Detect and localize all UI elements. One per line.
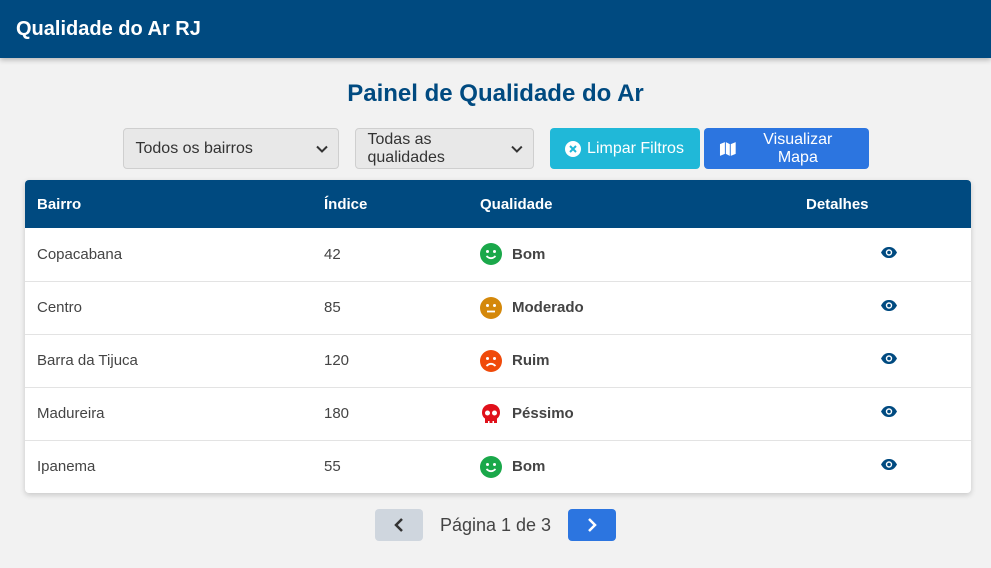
table-row: Barra da Tijuca 120 Ruim: [25, 333, 971, 387]
table-row: Madureira 180 Péssimo: [25, 386, 971, 440]
cell-bairro: Centro: [25, 280, 312, 334]
top-navbar: Qualidade do Ar RJ: [0, 0, 991, 58]
cell-qualidade: Ruim: [468, 333, 760, 387]
skull-icon: [482, 403, 500, 423]
prev-page-button[interactable]: [374, 509, 423, 541]
cell-indice: 180: [312, 386, 468, 440]
header-qualidade[interactable]: Qualidade: [468, 180, 760, 228]
header-detalhes: Detalhes: [806, 195, 869, 213]
table-row: Centro 85 Moderado: [25, 280, 971, 334]
cell-indice: 55: [312, 439, 468, 493]
eye-icon[interactable]: [880, 405, 898, 418]
chevron-right-icon: [588, 518, 597, 532]
frown-icon: [480, 349, 502, 372]
cell-qualidade: Péssimo: [468, 386, 760, 440]
table-row: Copacabana 42 Bom: [25, 228, 971, 281]
bairro-select-value: Todos os bairros: [135, 139, 253, 157]
smile-icon: [480, 243, 502, 266]
clear-filters-button[interactable]: Limpar Filtros: [549, 128, 700, 169]
eye-icon[interactable]: [880, 246, 898, 259]
page-title: Painel de Qualidade do Ar: [347, 80, 644, 107]
qualidade-label: Bom: [512, 245, 546, 263]
smile-icon: [480, 455, 502, 478]
qualidade-label: Moderado: [512, 299, 584, 316]
filter-bar: Todos os bairros Todas as qualidades Lim…: [0, 128, 991, 169]
qualidade-select-value: Todas as qualidades: [367, 130, 445, 166]
cell-detalhes: [760, 333, 971, 387]
cell-qualidade: Bom: [468, 228, 760, 281]
chevron-down-icon: [511, 145, 523, 153]
map-icon: [719, 141, 736, 156]
qualidade-label: Ruim: [512, 352, 550, 369]
cell-qualidade: Moderado: [468, 280, 760, 334]
header-indice[interactable]: Índice: [312, 180, 468, 228]
cell-bairro: Madureira: [25, 386, 312, 440]
chevron-down-icon: [315, 145, 328, 153]
cell-detalhes: [760, 280, 971, 334]
cell-bairro: Barra da Tijuca: [25, 333, 312, 387]
air-quality-table: Bairro Índice Qualidade Detalhes Copacab…: [25, 180, 971, 493]
cell-indice: 120: [312, 333, 468, 387]
eye-icon[interactable]: [880, 299, 898, 312]
table-row: Ipanema 55 Bom: [25, 439, 971, 493]
cell-bairro: Copacabana: [37, 245, 123, 263]
eye-icon[interactable]: [880, 458, 898, 471]
neutral-face-icon: [480, 296, 502, 319]
qualidade-label: Péssimo: [512, 405, 574, 422]
circle-x-icon: [565, 140, 582, 157]
chevron-left-icon: [394, 518, 403, 532]
header-bairro[interactable]: Bairro: [25, 180, 312, 228]
view-map-label: Visualizar Mapa: [763, 130, 833, 166]
cell-detalhes: [760, 386, 971, 440]
app-title[interactable]: Qualidade do Ar RJ: [16, 18, 201, 41]
view-map-button[interactable]: Visualizar Mapa: [703, 128, 869, 169]
cell-indice: 42: [324, 245, 341, 263]
cell-qualidade: Bom: [468, 439, 760, 493]
cell-detalhes: [760, 228, 971, 281]
clear-filters-label: Limpar Filtros: [587, 139, 684, 157]
qualidade-label: Bom: [512, 458, 546, 476]
page-indicator: Página 1 de 3: [439, 514, 552, 535]
table-header-row: Bairro Índice Qualidade Detalhes: [25, 180, 971, 228]
bairro-select[interactable]: Todos os bairros: [122, 128, 339, 169]
cell-indice: 85: [312, 280, 468, 334]
next-page-button[interactable]: [568, 509, 617, 541]
eye-icon[interactable]: [880, 352, 898, 365]
cell-detalhes: [760, 439, 971, 493]
qualidade-select[interactable]: Todas as qualidades: [354, 128, 534, 169]
pagination: Página 1 de 3: [0, 509, 991, 541]
cell-bairro: Ipanema: [25, 439, 312, 493]
